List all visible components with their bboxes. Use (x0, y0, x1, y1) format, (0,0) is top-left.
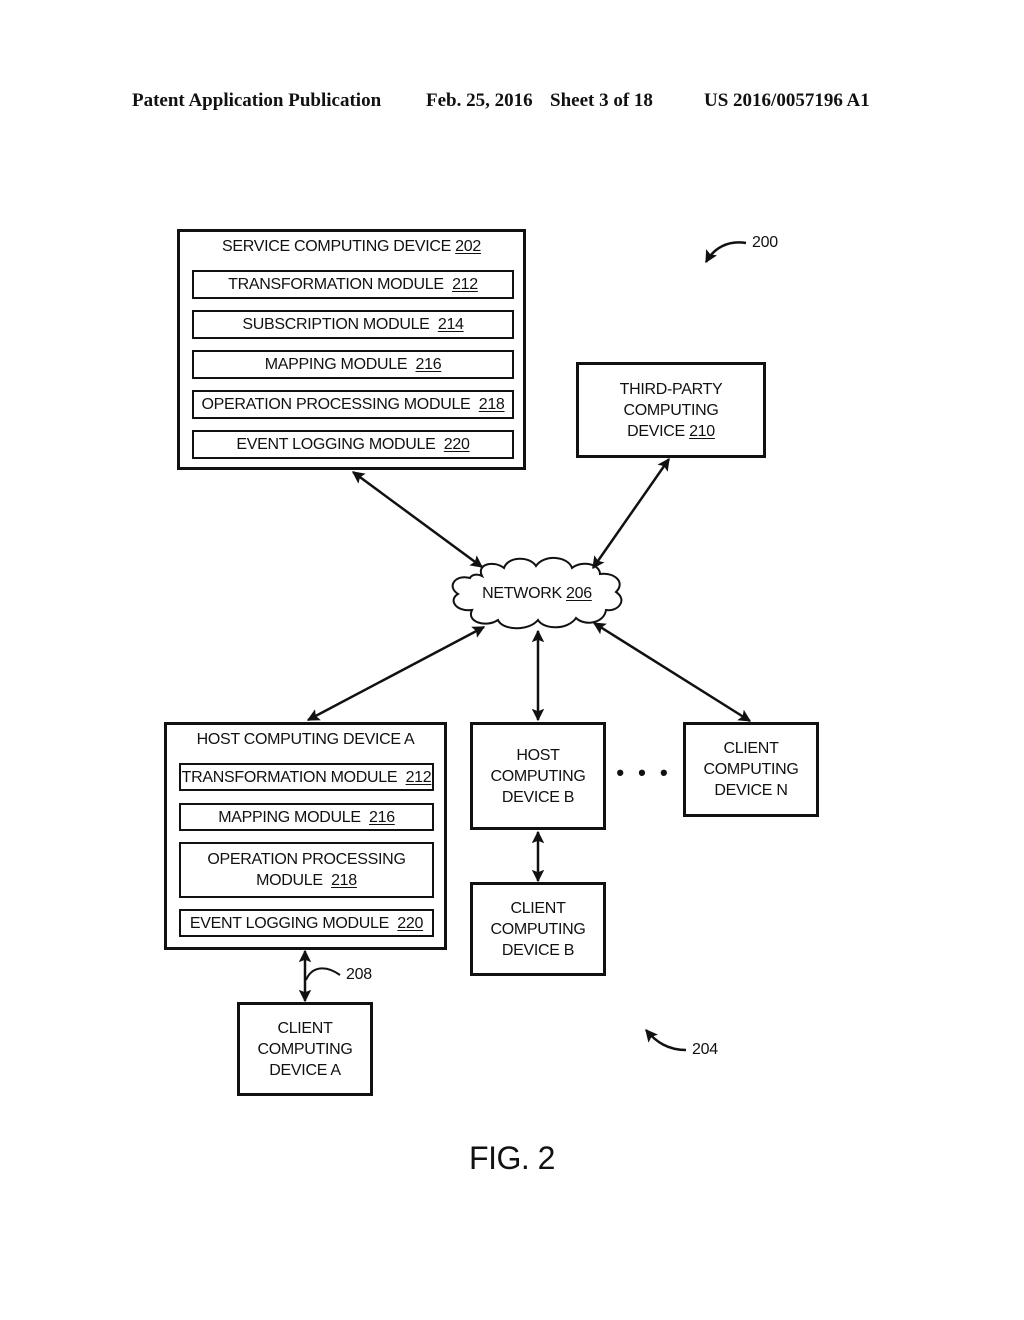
device-label-line: COMPUTING (703, 761, 799, 778)
module-ref: 216 (415, 356, 442, 373)
device-label-line: DEVICE (627, 422, 685, 440)
module-ref: 218 (478, 396, 505, 413)
module-ref: 216 (369, 808, 395, 826)
network-ref: 206 (566, 585, 592, 602)
leader-204 (645, 1029, 687, 1052)
host-computing-device-a: HOST COMPUTING DEVICE A TRANSFORMATION M… (164, 722, 447, 950)
device-label-line: COMPUTING (257, 1040, 353, 1058)
module-ref: 212 (452, 276, 478, 293)
module-name: MODULE (256, 872, 323, 889)
module-operation-processing: OPERATION PROCESSING MODULE 218 (179, 842, 434, 898)
module-name: MAPPING MODULE (264, 356, 408, 373)
module-subscription: SUBSCRIPTION MODULE 214 (192, 310, 514, 339)
module-name: MAPPING MODULE (218, 808, 361, 826)
device-label-line: DEVICE N (714, 782, 788, 799)
arrow-network-host-a (306, 625, 486, 722)
device-label-line: CLIENT (277, 1019, 333, 1037)
network-name: NETWORK (482, 585, 562, 602)
device-label-line: COMPUTING (490, 767, 586, 785)
module-mapping: MAPPING MODULE 216 (192, 350, 514, 379)
leader-200 (704, 241, 747, 264)
client-computing-device-a: CLIENT COMPUTING DEVICE A (237, 1002, 373, 1096)
module-name: OPERATION PROCESSING MODULE (201, 396, 471, 413)
service-device-title: SERVICE COMPUTING DEVICE 202 (180, 238, 523, 256)
module-name: SUBSCRIPTION MODULE (242, 316, 430, 333)
module-event-logging: EVENT LOGGING MODULE 220 (179, 909, 434, 937)
module-name: OPERATION PROCESSING (207, 851, 406, 868)
module-name: EVENT LOGGING MODULE (236, 436, 436, 453)
client-computing-device-b: CLIENT COMPUTING DEVICE B (470, 882, 606, 976)
device-label-line: DEVICE B (501, 941, 575, 959)
arrow-network-client-n (592, 621, 752, 723)
module-operation-processing: OPERATION PROCESSING MODULE 218 (192, 390, 514, 419)
ref-label-204: 204 (692, 1041, 718, 1058)
device-label-line: COMPUTING (490, 920, 586, 938)
module-name: EVENT LOGGING MODULE (189, 914, 389, 932)
host-computing-device-b: HOST COMPUTING DEVICE B (470, 722, 606, 830)
module-ref: 212 (405, 768, 432, 786)
module-ref: 218 (331, 872, 357, 889)
device-label-line: COMPUTING (623, 401, 719, 419)
module-ref: 214 (437, 316, 464, 333)
module-event-logging: EVENT LOGGING MODULE 220 (192, 430, 514, 459)
device-label-line: THIRD-PARTY (619, 380, 723, 398)
arrow-thirdparty-network (591, 457, 671, 570)
module-name: TRANSFORMATION MODULE (181, 768, 398, 786)
module-transformation: TRANSFORMATION MODULE 212 (192, 270, 514, 299)
third-party-computing-device: THIRD-PARTY COMPUTING DEVICE 210 (576, 362, 766, 458)
ellipsis-more-devices: • • • (616, 760, 672, 785)
arrow-service-network (351, 470, 484, 569)
device-label-line: CLIENT (723, 740, 779, 757)
module-transformation: TRANSFORMATION MODULE 212 (179, 763, 434, 791)
module-ref: 220 (397, 914, 424, 932)
module-name: TRANSFORMATION MODULE (228, 276, 444, 293)
network-label: NETWORK 206 (452, 585, 622, 603)
client-computing-device-n: CLIENT COMPUTING DEVICE N (683, 722, 819, 817)
device-label-line: DEVICE B (501, 788, 575, 806)
service-computing-device: SERVICE COMPUTING DEVICE 202 TRANSFORMAT… (177, 229, 526, 470)
service-device-title-text: SERVICE COMPUTING DEVICE (222, 238, 452, 255)
device-label-line: HOST (516, 746, 560, 764)
leader-208 (305, 967, 341, 981)
host-device-a-title: HOST COMPUTING DEVICE A (196, 731, 415, 748)
ref-label-200: 200 (752, 234, 778, 251)
module-mapping: MAPPING MODULE 216 (179, 803, 434, 831)
service-device-ref: 202 (455, 238, 481, 255)
device-label-line: DEVICE A (269, 1061, 341, 1079)
device-label-line: CLIENT (510, 899, 566, 917)
ref-label-208: 208 (346, 966, 372, 983)
figure-label: FIG. 2 (469, 1140, 555, 1176)
third-party-ref: 210 (689, 422, 715, 440)
module-ref: 220 (443, 436, 470, 453)
diagram-connectors (298, 241, 752, 1052)
